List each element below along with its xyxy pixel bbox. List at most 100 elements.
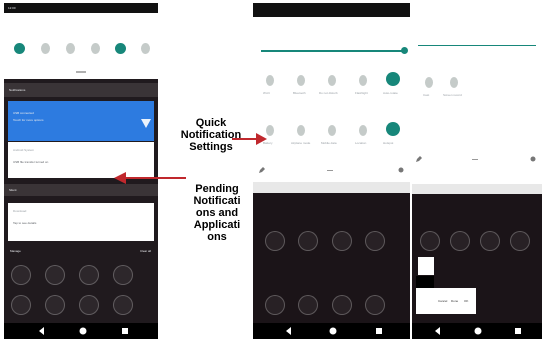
flashlight-tile-icon[interactable] bbox=[359, 75, 367, 86]
app-icon[interactable] bbox=[265, 295, 285, 315]
quick-settings-panel: Cast Screen record bbox=[412, 20, 542, 184]
silent-title: Silent bbox=[9, 188, 17, 192]
wifi-icon[interactable] bbox=[14, 43, 25, 54]
tile-label: Auto-rotate bbox=[383, 91, 398, 95]
status-bar bbox=[253, 3, 410, 17]
notif3-subtitle: Tap to see details bbox=[13, 221, 37, 225]
app-icon[interactable] bbox=[11, 265, 31, 285]
tile-label: Cast bbox=[423, 93, 430, 97]
recents-icon[interactable] bbox=[514, 327, 522, 335]
wifi-tile-icon[interactable] bbox=[266, 75, 274, 86]
app-icon[interactable] bbox=[450, 231, 470, 251]
recents-icon[interactable] bbox=[375, 327, 383, 335]
rotate-tile-icon[interactable] bbox=[386, 72, 400, 86]
quick-settings-panel: Wi-Fi Bluetooth Do not disturb Flashligh… bbox=[253, 17, 410, 182]
gear-icon[interactable] bbox=[530, 156, 536, 162]
popup-card[interactable] bbox=[418, 257, 434, 275]
app-icon[interactable] bbox=[79, 295, 99, 315]
tile-label: Location bbox=[355, 141, 367, 145]
dnd-icon[interactable] bbox=[66, 43, 75, 54]
app-icon[interactable] bbox=[480, 231, 500, 251]
usb-icon bbox=[141, 119, 151, 128]
tile-label: Flashlight bbox=[355, 91, 368, 95]
airplane-tile-icon[interactable] bbox=[297, 125, 305, 136]
bluetooth-icon[interactable] bbox=[41, 43, 50, 54]
notification-strip bbox=[253, 182, 410, 193]
app-icon[interactable] bbox=[113, 295, 133, 315]
status-bar: 12:00 bbox=[4, 3, 158, 13]
app-icon[interactable] bbox=[365, 295, 385, 315]
notif3-title: Download bbox=[13, 209, 27, 213]
gear-icon[interactable] bbox=[398, 167, 404, 173]
status-time: 12:00 bbox=[8, 6, 16, 10]
notif-subtitle: USB file transfer turned on bbox=[13, 160, 49, 164]
chevron-down-icon[interactable] bbox=[76, 71, 86, 73]
app-icon[interactable] bbox=[298, 295, 318, 315]
recents-icon[interactable] bbox=[121, 327, 129, 335]
download-notification-card[interactable]: Download Tap to see details bbox=[8, 203, 154, 241]
app-icon[interactable] bbox=[298, 231, 318, 251]
cast-tile-icon[interactable] bbox=[425, 77, 433, 88]
tile-label: Mobile data bbox=[321, 141, 337, 145]
app-icon[interactable] bbox=[79, 265, 99, 285]
nav-bar bbox=[412, 323, 542, 339]
clear-all-button[interactable]: Clear all bbox=[140, 249, 151, 253]
app-icon[interactable] bbox=[420, 231, 440, 251]
app-icon[interactable] bbox=[510, 231, 530, 251]
screen-record-tile-icon[interactable] bbox=[450, 77, 458, 88]
tile-label: Airplane mode bbox=[291, 141, 311, 145]
pending-notifications-caption: Pending Notificati ons and Applicati ons bbox=[193, 183, 241, 243]
back-icon[interactable] bbox=[285, 327, 293, 335]
app-icon[interactable] bbox=[265, 231, 285, 251]
app-icon[interactable] bbox=[45, 265, 65, 285]
app-icon[interactable] bbox=[332, 295, 352, 315]
arrow-to-quick-settings bbox=[232, 133, 267, 145]
arrow-to-pending-notifications bbox=[114, 172, 186, 184]
tile-label: Bluetooth bbox=[293, 91, 306, 95]
silent-section: Silent bbox=[4, 184, 158, 196]
back-icon[interactable] bbox=[434, 327, 442, 335]
quick-settings-strip[interactable] bbox=[4, 13, 158, 79]
home-icon[interactable] bbox=[474, 327, 482, 335]
phone3-screen: Cast Screen record Cancel Done OK bbox=[412, 20, 542, 339]
app-icon[interactable] bbox=[332, 231, 352, 251]
notification-strip bbox=[412, 184, 542, 194]
page-indicator bbox=[472, 159, 478, 160]
card-subtitle: Touch for more options bbox=[13, 118, 44, 122]
section-title: Notifications bbox=[9, 88, 26, 92]
bluetooth-tile-icon[interactable] bbox=[297, 75, 305, 86]
app-icon[interactable] bbox=[113, 265, 133, 285]
tile-label: Do not disturb bbox=[319, 91, 338, 95]
dialog-done-button[interactable]: Done bbox=[451, 299, 458, 303]
back-icon[interactable] bbox=[38, 327, 46, 335]
hotspot-tile-icon[interactable] bbox=[386, 122, 400, 136]
tile-label: Wi-Fi bbox=[263, 91, 270, 95]
data-tile-icon[interactable] bbox=[328, 125, 336, 136]
tile-label: Screen record bbox=[443, 93, 462, 97]
battery-icon[interactable] bbox=[141, 43, 150, 54]
tile-label: Hotspot bbox=[383, 141, 394, 145]
app-icon[interactable] bbox=[45, 295, 65, 315]
flashlight-icon[interactable] bbox=[91, 43, 100, 54]
manage-button[interactable]: Manage bbox=[10, 249, 21, 253]
home-icon[interactable] bbox=[79, 327, 87, 335]
app-icon[interactable] bbox=[11, 295, 31, 315]
dnd-tile-icon[interactable] bbox=[328, 75, 336, 86]
pencil-icon[interactable] bbox=[416, 156, 422, 162]
notif-title: Android System bbox=[13, 148, 35, 152]
home-icon[interactable] bbox=[329, 327, 337, 335]
dialog-ok-button[interactable]: OK bbox=[464, 299, 468, 303]
rotate-icon[interactable] bbox=[115, 43, 126, 54]
brightness-slider[interactable] bbox=[261, 50, 405, 52]
dialog-cancel-button[interactable]: Cancel bbox=[438, 299, 447, 303]
location-tile-icon[interactable] bbox=[359, 125, 367, 136]
card-title: USB connected bbox=[13, 111, 34, 115]
popup-dialog: Cancel Done OK bbox=[416, 288, 476, 314]
brightness-handle[interactable] bbox=[401, 47, 408, 54]
brightness-slider[interactable] bbox=[418, 45, 536, 46]
pencil-icon[interactable] bbox=[259, 167, 265, 173]
nav-bar bbox=[4, 323, 158, 339]
app-icon[interactable] bbox=[365, 231, 385, 251]
phone2-screen: Wi-Fi Bluetooth Do not disturb Flashligh… bbox=[253, 3, 410, 339]
usb-notification-card[interactable]: USB connected Touch for more options bbox=[8, 101, 154, 141]
